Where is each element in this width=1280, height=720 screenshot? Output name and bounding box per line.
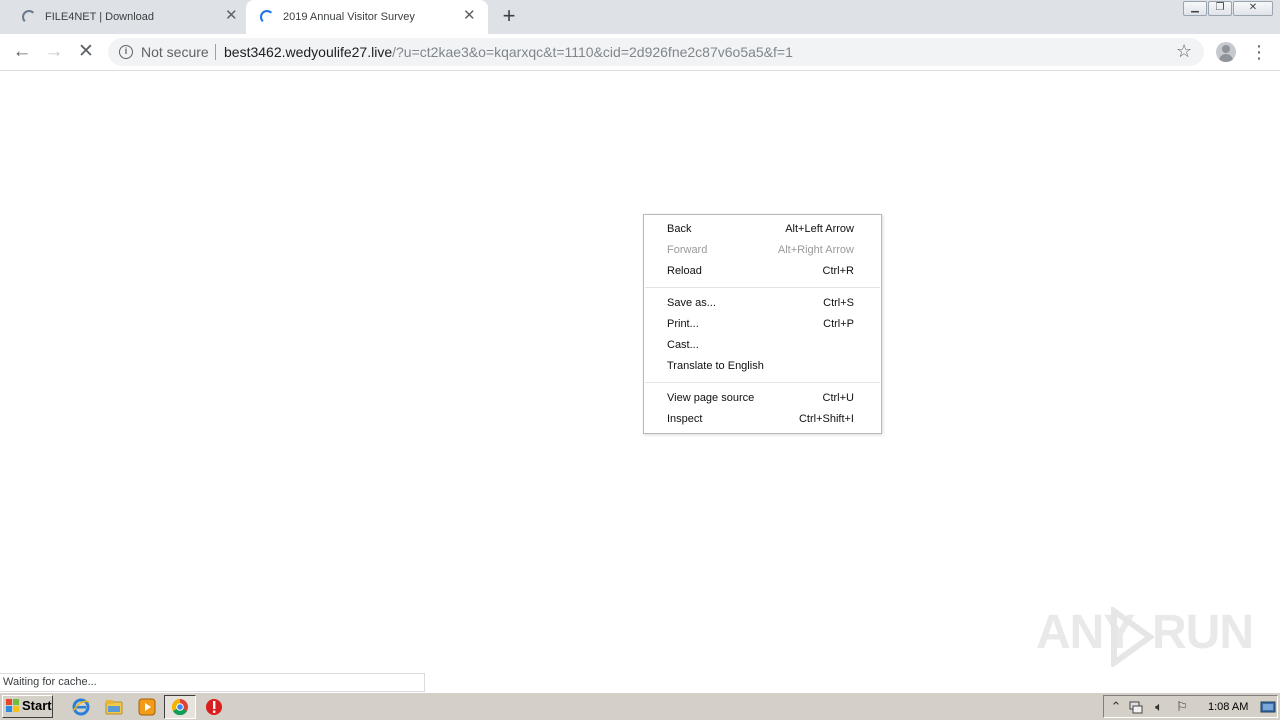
address-bar-divider bbox=[215, 44, 216, 60]
watermark-text-right: RUN bbox=[1152, 606, 1254, 659]
close-tab-icon[interactable]: ✕ bbox=[225, 8, 238, 24]
menu-item-shortcut: Ctrl+S bbox=[823, 297, 854, 309]
stop-sign-icon[interactable] bbox=[204, 697, 224, 717]
tab-title: 2019 Annual Visitor Survey bbox=[283, 11, 415, 23]
taskbar: Start ⌃ 🔈︎ ⚐ 1:08 AM bbox=[0, 692, 1280, 720]
tab-visitor-survey[interactable]: 2019 Annual Visitor Survey ✕ bbox=[246, 0, 488, 34]
profile-avatar-icon[interactable] bbox=[1216, 42, 1236, 62]
forward-arrow-icon: → bbox=[44, 41, 64, 62]
start-button[interactable]: Start bbox=[2, 695, 53, 718]
menu-item-label: View page source bbox=[667, 392, 755, 404]
browser-toolbar: ← → ✕ i Not secure best3462.wedyoulife27… bbox=[0, 34, 1280, 71]
menu-item-label: Reload bbox=[667, 265, 702, 277]
close-icon: ✕ bbox=[1248, 2, 1258, 13]
menu-item-cast[interactable]: Cast... bbox=[644, 335, 881, 356]
menu-item-shortcut: Ctrl+U bbox=[822, 392, 854, 404]
menu-item-print[interactable]: Print... Ctrl+P bbox=[644, 314, 881, 335]
tab-title: FILE4NET | Download bbox=[45, 11, 155, 23]
restore-icon: ❐ bbox=[1215, 2, 1225, 13]
menu-item-forward[interactable]: Forward Alt+Right Arrow bbox=[644, 240, 881, 261]
restore-window-button[interactable]: ❐ bbox=[1208, 1, 1232, 16]
menu-item-label: Inspect bbox=[667, 413, 703, 425]
windows-logo-icon bbox=[6, 699, 20, 713]
internet-explorer-icon[interactable] bbox=[71, 697, 91, 717]
show-desktop-icon[interactable] bbox=[1260, 699, 1276, 715]
loading-spinner-icon bbox=[260, 10, 274, 24]
menu-item-shortcut: Ctrl+R bbox=[822, 265, 854, 277]
menu-item-label: Cast... bbox=[667, 339, 699, 351]
tab-strip: FILE4NET | Download ✕ 2019 Annual Visito… bbox=[0, 0, 1280, 34]
minimize-icon: ▁ bbox=[1191, 2, 1199, 13]
back-button[interactable]: ← bbox=[10, 40, 34, 64]
menu-item-shortcut: Ctrl+P bbox=[823, 318, 854, 330]
start-label: Start bbox=[22, 698, 52, 713]
menu-item-label: Print... bbox=[667, 318, 699, 330]
anyrun-watermark: ANY RUN bbox=[1036, 605, 1254, 669]
menu-item-translate[interactable]: Translate to English bbox=[644, 356, 881, 377]
menu-item-label: Translate to English bbox=[667, 360, 764, 372]
clock[interactable]: 1:08 AM bbox=[1208, 699, 1248, 715]
bookmark-star-icon[interactable]: ☆ bbox=[1176, 41, 1192, 62]
menu-item-save-as[interactable]: Save as... Ctrl+S bbox=[644, 293, 881, 314]
volume-icon[interactable]: 🔈︎ bbox=[1151, 699, 1167, 715]
close-tab-icon[interactable]: ✕ bbox=[463, 8, 476, 24]
menu-divider bbox=[645, 287, 880, 288]
stop-loading-button[interactable]: ✕ bbox=[74, 40, 98, 64]
menu-item-shortcut: Alt+Left Arrow bbox=[785, 223, 854, 235]
back-arrow-icon: ← bbox=[12, 41, 32, 62]
new-tab-button[interactable]: + bbox=[498, 5, 520, 27]
menu-item-label: Forward bbox=[667, 244, 708, 256]
status-bubble: Waiting for cache... bbox=[0, 673, 425, 692]
url-text[interactable]: best3462.wedyoulife27.live/?u=ct2kae3&o=… bbox=[224, 44, 793, 60]
media-player-icon[interactable] bbox=[137, 697, 157, 717]
close-window-button[interactable]: ✕ bbox=[1233, 1, 1273, 16]
menu-item-shortcut: Ctrl+Shift+I bbox=[798, 413, 854, 425]
chrome-icon[interactable] bbox=[170, 697, 190, 717]
security-label[interactable]: Not secure bbox=[141, 44, 209, 60]
network-icon[interactable] bbox=[1128, 699, 1144, 715]
address-bar[interactable]: i Not secure best3462.wedyoulife27.live/… bbox=[108, 38, 1204, 66]
info-icon[interactable]: i bbox=[119, 45, 133, 59]
menu-item-view-source[interactable]: View page source Ctrl+U bbox=[644, 388, 881, 409]
tab-file4net[interactable]: FILE4NET | Download ✕ bbox=[0, 0, 246, 34]
menu-divider bbox=[645, 382, 880, 383]
menu-item-inspect[interactable]: Inspect Ctrl+Shift+I bbox=[644, 409, 881, 430]
play-logo-icon bbox=[1111, 607, 1154, 667]
loading-spinner-icon bbox=[22, 10, 36, 24]
show-hidden-icon[interactable]: ⌃ bbox=[1108, 699, 1124, 715]
action-center-flag-icon[interactable]: ⚐ bbox=[1174, 699, 1190, 715]
context-menu: Back Alt+Left Arrow Forward Alt+Right Ar… bbox=[643, 214, 882, 434]
menu-item-label: Back bbox=[667, 223, 692, 235]
folder-icon[interactable] bbox=[104, 697, 124, 717]
url-path: /?u=ct2kae3&o=kqarxqc&t=1110&cid=2d926fn… bbox=[392, 44, 793, 60]
menu-item-reload[interactable]: Reload Ctrl+R bbox=[644, 261, 881, 282]
menu-item-shortcut: Alt+Right Arrow bbox=[777, 244, 854, 256]
menu-item-back[interactable]: Back Alt+Left Arrow bbox=[644, 219, 881, 240]
system-tray: ⌃ 🔈︎ ⚐ 1:08 AM bbox=[1103, 695, 1278, 718]
page-content[interactable] bbox=[0, 72, 1280, 692]
forward-button[interactable]: → bbox=[42, 40, 66, 64]
url-host: best3462.wedyoulife27.live bbox=[224, 44, 393, 60]
minimize-window-button[interactable]: ▁ bbox=[1183, 1, 1207, 16]
stop-icon: ✕ bbox=[78, 41, 94, 62]
browser-menu-icon[interactable]: ⋮ bbox=[1250, 40, 1268, 64]
menu-item-label: Save as... bbox=[667, 297, 716, 309]
